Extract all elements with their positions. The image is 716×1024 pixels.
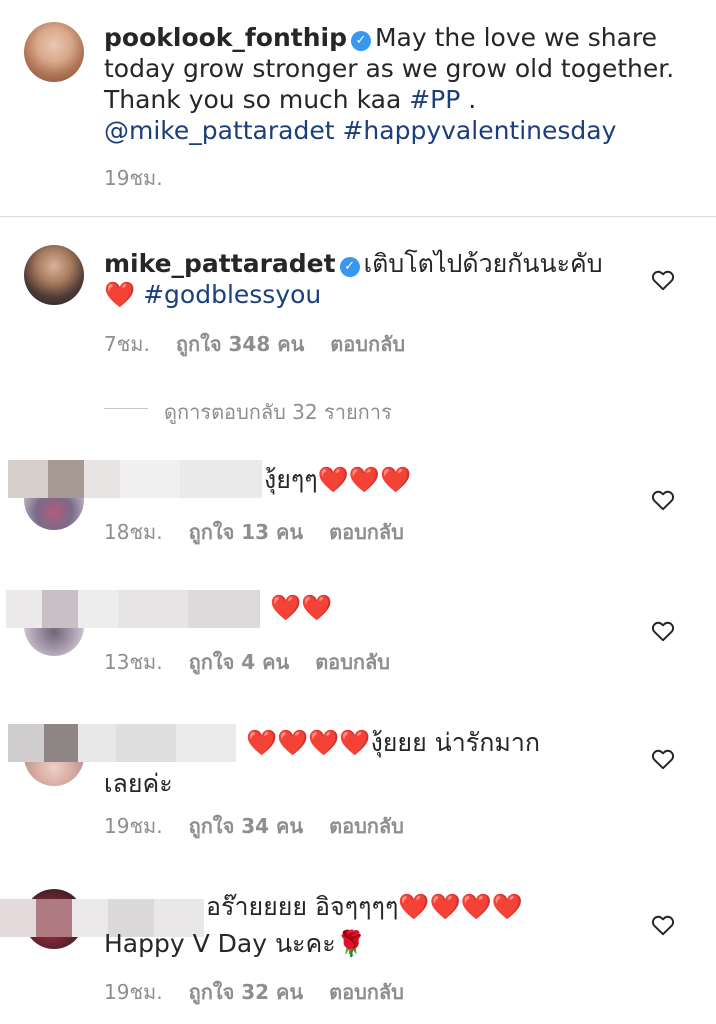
heart-emoji-icon: ❤️ [380,465,412,494]
comment-avatar-mike[interactable] [24,245,84,305]
post-time: 19ชม. [104,166,163,190]
comment-text: ❤️❤️❤️❤️งุ้ยยย น่ารักมาก [246,727,540,758]
heart-emoji-icon: ❤️ [104,280,136,309]
blurred-username [6,590,260,628]
heart-emoji-icon: ❤️ [301,593,333,622]
hashtag-pp-link[interactable]: #PP [409,85,460,114]
blurred-username [8,724,236,762]
comment-text-5-line2: Happy V Day นะคะ🌹 [104,928,367,959]
caption-line-2: today grow stronger as we grow old toget… [104,54,675,83]
mention-link[interactable]: @mike_pattaradet [104,116,335,145]
comment-text-mike: เติบโตไปด้วยกันนะคับ [363,249,603,278]
comment-likes[interactable]: ถูกใจ 34 คน [189,814,304,838]
comment-meta: 19ชม. ถูกใจ 34 คน ตอบกลับ [104,810,404,842]
heart-emoji-icon: ❤️ [277,728,309,757]
caption-line-3-suffix: . [460,85,477,114]
comment-likes[interactable]: ถูกใจ 32 คน [189,980,304,1004]
comment-text: ❤️❤️ [270,592,332,623]
verified-badge-icon: ✓ [350,31,371,51]
comment-mike: mike_pattaradet ✓ เติบโตไปด้วยกันนะคับ ❤️ … [104,248,644,310]
comment-text-5-line2-text: Happy V Day นะคะ [104,929,336,958]
comment-meta: 19ชม. ถูกใจ 32 คน ตอบกลับ [104,976,404,1008]
comment-likes[interactable]: ถูกใจ 13 คน [189,520,304,544]
post-caption: pooklook_fonthip ✓ May the love we share t… [104,22,704,146]
blurred-username [8,460,262,498]
heart-emoji-icon: ❤️ [460,892,492,921]
comment-text: งุ้ยๆๆ❤️❤️❤️ [264,464,411,495]
reply-button[interactable]: ตอบกลับ [329,520,404,544]
reply-button[interactable]: ตอบกลับ [329,980,404,1004]
heart-emoji-icon: ❤️ [317,465,349,494]
like-heart-icon[interactable] [650,618,676,644]
comment-meta-mike: 7ชม. ถูกใจ 348 คน ตอบกลับ [104,328,405,360]
comment-text-2: งุ้ยๆๆ [264,465,318,494]
reply-button[interactable]: ตอบกลับ [330,332,405,356]
heart-emoji-icon: ❤️ [348,465,380,494]
comment-time: 7ชม. [104,332,150,356]
heart-emoji-icon: ❤️ [398,892,430,921]
comment-meta: 13ชม. ถูกใจ 4 คน ตอบกลับ [104,646,390,678]
comment-time: 19ชม. [104,980,163,1004]
caption-line-1: May the love we share [374,23,658,52]
heart-emoji-icon: ❤️ [308,728,340,757]
like-heart-icon[interactable] [650,746,676,772]
view-replies-button[interactable]: ดูการตอบกลับ 32 รายการ [164,396,392,428]
reply-button[interactable]: ตอบกลับ [315,650,390,674]
post-author-avatar[interactable] [24,22,84,82]
like-heart-icon[interactable] [650,912,676,938]
reply-button[interactable]: ตอบกลับ [329,814,404,838]
comment-time: 19ชม. [104,814,163,838]
comment-text-4-line2: เลยค่ะ [104,769,173,798]
hashtag-godblessyou-link[interactable]: #godblessyou [143,280,321,309]
comment-text: อร๊ายยยย อิจๆๆๆๆ❤️❤️❤️❤️ [206,891,523,922]
comment-time: 18ชม. [104,520,163,544]
verified-badge-icon: ✓ [339,257,360,277]
comment-likes[interactable]: ถูกใจ 348 คน [176,332,304,356]
rose-emoji-icon: 🌹 [335,929,367,958]
heart-emoji-icon: ❤️ [246,728,278,757]
comment-text-4: งุ้ยยย น่ารักมาก [370,728,541,757]
comment-text-5: อร๊ายยยย อิจๆๆๆๆ [206,892,399,921]
heart-emoji-icon: ❤️ [491,892,523,921]
caption-divider [0,216,716,217]
comment-username-mike[interactable]: mike_pattaradet [104,249,336,278]
heart-emoji-icon: ❤️ [270,593,302,622]
comment-likes[interactable]: ถูกใจ 4 คน [189,650,290,674]
like-heart-icon[interactable] [650,267,676,293]
post-author-username[interactable]: pooklook_fonthip [104,23,347,52]
caption-line-3: Thank you so much kaa [104,85,410,114]
comment-meta: 18ชม. ถูกใจ 13 คน ตอบกลับ [104,516,404,548]
view-replies-line [104,408,148,409]
heart-emoji-icon: ❤️ [339,728,371,757]
hashtag-valentine-link[interactable]: #happyvalentinesday [342,116,616,145]
comment-time: 13ชม. [104,650,163,674]
like-heart-icon[interactable] [650,487,676,513]
heart-emoji-icon: ❤️ [429,892,461,921]
